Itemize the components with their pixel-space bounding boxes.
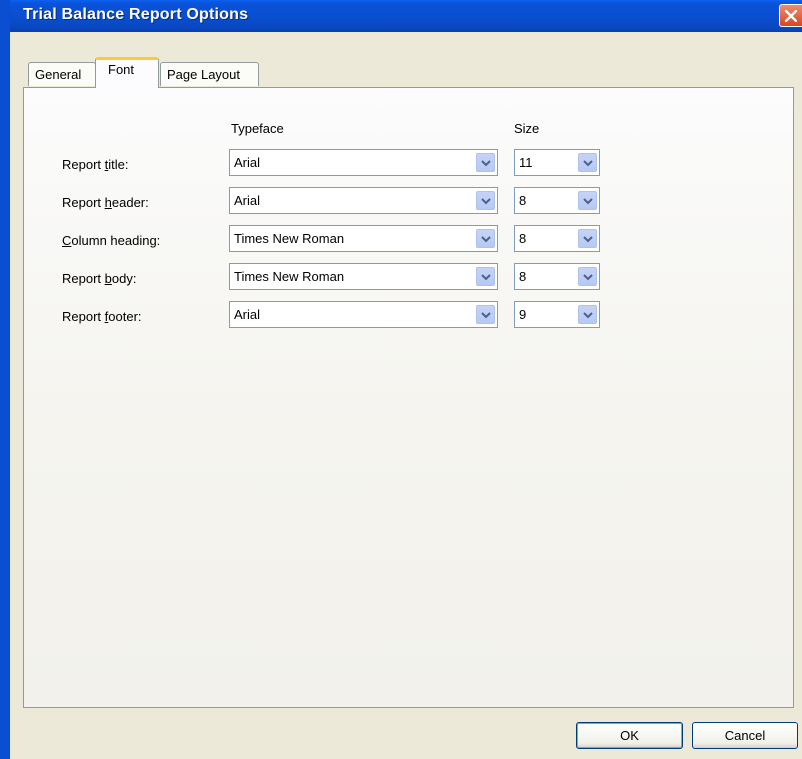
column-heading-size-value: 8	[519, 231, 527, 246]
report-footer-typeface-select[interactable]: Arial	[229, 301, 498, 328]
cancel-button[interactable]: Cancel	[692, 722, 798, 749]
report-body-typeface-dropdown-button[interactable]	[476, 267, 495, 286]
report-body-typeface-select[interactable]: Times New Roman	[229, 263, 498, 290]
tab-general[interactable]: General	[28, 62, 96, 86]
report-footer-typeface-value: Arial	[234, 307, 261, 322]
report-body-size-dropdown-button[interactable]	[578, 267, 597, 286]
window-title: Trial Balance Report Options	[23, 6, 249, 23]
report-footer-typeface-dropdown-button[interactable]	[476, 305, 495, 324]
tab-font[interactable]: Font	[95, 57, 159, 88]
report-title-typeface-select[interactable]: Arial	[229, 149, 498, 176]
chevron-down-icon	[583, 236, 593, 243]
font-tab-panel	[23, 87, 794, 708]
chevron-down-icon	[481, 198, 491, 205]
report-header-typeface-dropdown-button[interactable]	[476, 191, 495, 210]
chevron-down-icon	[583, 160, 593, 167]
title-bar[interactable]: Trial Balance Report Options	[10, 0, 802, 32]
column-heading-size-dropdown-button[interactable]	[578, 229, 597, 248]
report-header-size-value: 8	[519, 193, 527, 208]
report-body-label: Report body:	[62, 271, 137, 286]
ok-button[interactable]: OK	[576, 722, 683, 749]
report-body-typeface-value: Times New Roman	[234, 269, 345, 284]
report-header-typeface-value: Arial	[234, 193, 261, 208]
report-footer-size-select[interactable]: 9	[514, 301, 600, 328]
chevron-down-icon	[481, 312, 491, 319]
report-header-size-dropdown-button[interactable]	[578, 191, 597, 210]
report-title-size-value: 11	[519, 155, 533, 170]
chevron-down-icon	[481, 236, 491, 243]
tab-page-layout[interactable]: Page Layout	[160, 62, 259, 86]
tab-general-label: General	[35, 67, 82, 82]
report-footer-size-dropdown-button[interactable]	[578, 305, 597, 324]
report-header-typeface-select[interactable]: Arial	[229, 187, 498, 214]
report-body-size-select[interactable]: 8	[514, 263, 600, 290]
column-heading-typeface-dropdown-button[interactable]	[476, 229, 495, 248]
report-body-size-value: 8	[519, 269, 527, 284]
column-heading-size-select[interactable]: 8	[514, 225, 600, 252]
column-heading-typeface-select[interactable]: Times New Roman	[229, 225, 498, 252]
report-title-label: Report title:	[62, 157, 129, 172]
report-footer-label: Report footer:	[62, 309, 142, 324]
report-title-size-select[interactable]: 11	[514, 149, 600, 176]
tab-page-layout-label: Page Layout	[167, 67, 241, 82]
report-title-typeface-dropdown-button[interactable]	[476, 153, 495, 172]
report-header-label: Report header:	[62, 195, 149, 210]
typeface-column-heading: Typeface	[231, 121, 284, 136]
close-button[interactable]	[779, 4, 802, 27]
report-title-size-dropdown-button[interactable]	[578, 153, 597, 172]
window-frame-left	[0, 0, 10, 759]
chevron-down-icon	[583, 198, 593, 205]
chevron-down-icon	[481, 160, 491, 167]
column-heading-typeface-value: Times New Roman	[234, 231, 345, 246]
size-column-heading: Size	[514, 121, 540, 136]
report-options-dialog: Trial Balance Report Options General Fon…	[0, 0, 802, 759]
chevron-down-icon	[583, 274, 593, 281]
close-icon	[785, 9, 797, 22]
column-heading-label: Column heading:	[62, 233, 161, 248]
chevron-down-icon	[481, 274, 491, 281]
chevron-down-icon	[583, 312, 593, 319]
tab-font-label: Font	[108, 62, 135, 77]
report-footer-size-value: 9	[519, 307, 527, 322]
report-title-typeface-value: Arial	[234, 155, 261, 170]
report-header-size-select[interactable]: 8	[514, 187, 600, 214]
